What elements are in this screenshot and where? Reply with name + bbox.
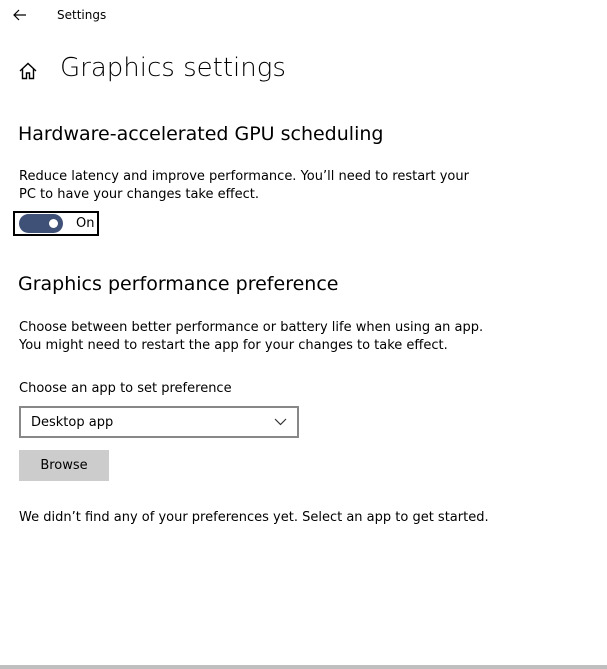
toggle-state-label: On bbox=[76, 216, 95, 231]
toggle-knob bbox=[49, 219, 58, 228]
app-type-dropdown[interactable]: Desktop app bbox=[19, 406, 299, 438]
performance-preference-heading: Graphics performance preference bbox=[18, 273, 339, 295]
settings-window: Settings Graphics settings Hardware-acce… bbox=[0, 0, 607, 669]
gpu-scheduling-toggle[interactable]: On bbox=[13, 211, 99, 236]
home-icon[interactable] bbox=[17, 60, 39, 82]
back-button[interactable] bbox=[6, 4, 34, 26]
gpu-scheduling-description-line: Reduce latency and improve performance. … bbox=[19, 169, 469, 184]
title-bar: Settings bbox=[0, 0, 607, 32]
gpu-scheduling-heading: Hardware-accelerated GPU scheduling bbox=[18, 123, 384, 145]
performance-preference-description-line: Choose between better performance or bat… bbox=[19, 320, 484, 335]
toggle-track bbox=[19, 214, 63, 233]
performance-preference-description-line: You might need to restart the app for yo… bbox=[19, 338, 448, 353]
choose-app-label: Choose an app to set preference bbox=[19, 381, 232, 396]
window-title: Settings bbox=[57, 8, 107, 22]
gpu-scheduling-description: Reduce latency and improve performance. … bbox=[19, 168, 469, 204]
back-arrow-icon bbox=[13, 9, 26, 21]
window-bottom-border bbox=[0, 665, 607, 669]
performance-preference-description: Choose between better performance or bat… bbox=[19, 319, 483, 355]
empty-preferences-message: We didn’t find any of your preferences y… bbox=[19, 510, 489, 525]
page-title: Graphics settings bbox=[60, 53, 286, 83]
chevron-down-icon bbox=[273, 417, 287, 427]
gpu-scheduling-description-line: PC to have your changes take effect. bbox=[19, 187, 259, 202]
browse-button[interactable]: Browse bbox=[19, 450, 109, 481]
dropdown-selected-value: Desktop app bbox=[31, 414, 114, 430]
